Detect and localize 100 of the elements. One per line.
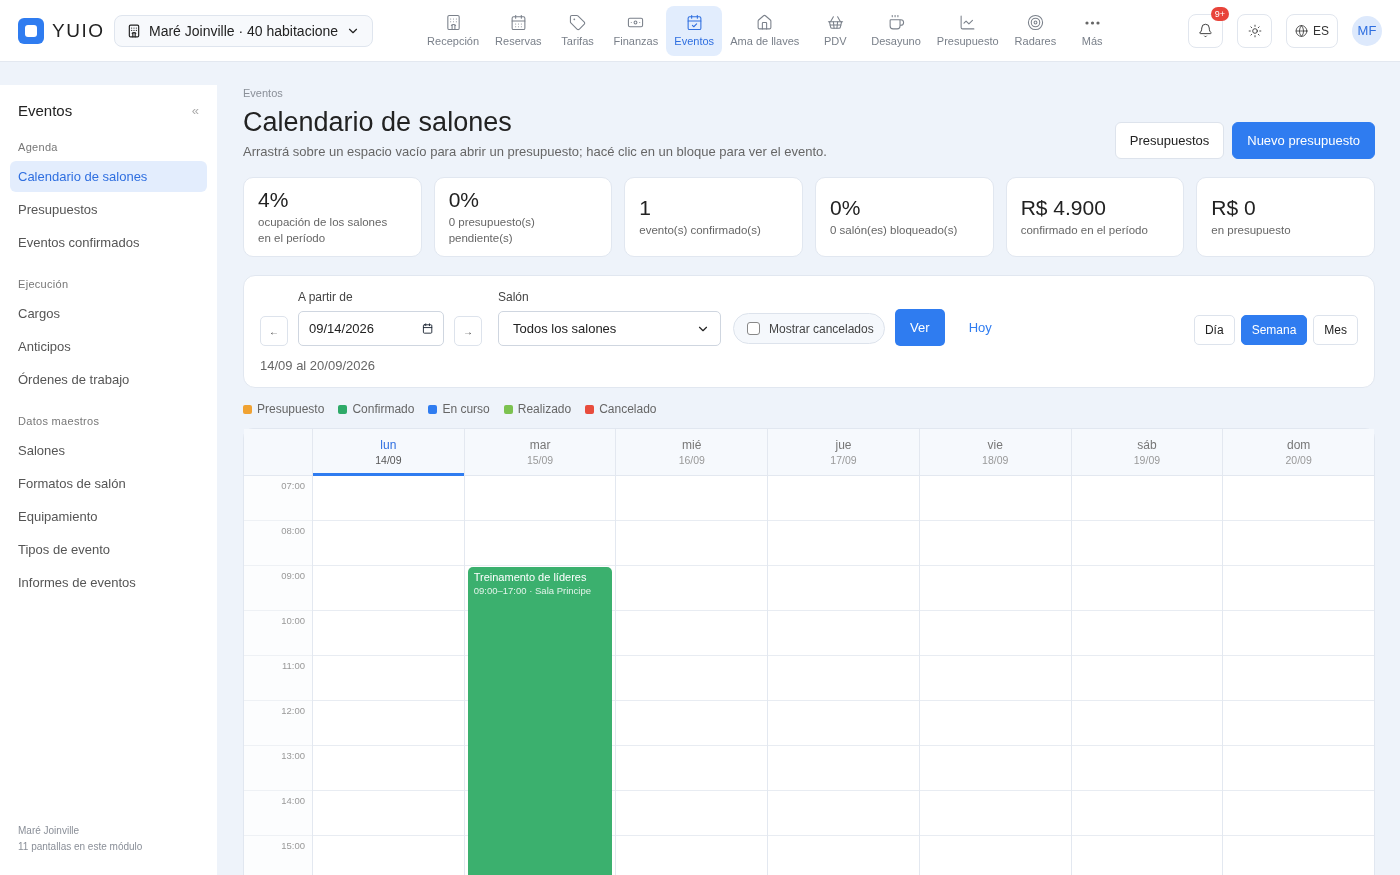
room-select[interactable]: Todos los salones bbox=[498, 311, 721, 346]
time-label: 09:00 bbox=[244, 566, 312, 611]
view-button[interactable]: Ver bbox=[894, 309, 945, 346]
legend-label: En curso bbox=[442, 402, 490, 416]
time-label: 07:00 bbox=[244, 476, 312, 521]
stat-value: 4% bbox=[258, 188, 290, 212]
day-name: mié bbox=[682, 438, 702, 452]
checkbox[interactable] bbox=[747, 322, 760, 335]
budgets-button[interactable]: Presupuestos bbox=[1114, 122, 1225, 159]
view-tab[interactable]: Semana bbox=[1240, 315, 1308, 345]
nav-item[interactable]: Recepción bbox=[419, 5, 488, 56]
day-date: 14/09 bbox=[375, 454, 402, 466]
breadcrumb: Eventos bbox=[243, 87, 284, 99]
sidebar-item[interactable]: Calendario de salones bbox=[10, 161, 207, 192]
nav-item[interactable]: Reservas bbox=[487, 5, 550, 56]
date-field[interactable]: 09/14/2026 bbox=[298, 311, 444, 346]
day-name: mar bbox=[529, 438, 551, 452]
sidebar-item[interactable]: Informes de eventos bbox=[10, 567, 207, 598]
calendar-icon bbox=[685, 14, 703, 31]
section-title: Agenda bbox=[17, 140, 59, 155]
legend-label: Presupuesto bbox=[257, 402, 325, 416]
more-icon bbox=[1084, 20, 1100, 25]
stat-value: R$ 4.900 bbox=[1020, 196, 1107, 220]
property-selector[interactable]: Maré Joinville · 40 habitacione bbox=[114, 14, 374, 47]
day-header[interactable]: jue 17/09 bbox=[767, 429, 919, 476]
time-label: 11:00 bbox=[244, 656, 312, 701]
sidebar-item[interactable]: Tipos de evento bbox=[10, 534, 207, 565]
avatar[interactable]: MF bbox=[1352, 15, 1382, 46]
legend-label: Cancelado bbox=[599, 402, 657, 416]
nav-item[interactable]: Radares bbox=[1006, 5, 1065, 56]
coffee-icon bbox=[887, 14, 905, 31]
stat-label: ocupación de los salones en el período bbox=[258, 215, 389, 246]
sidebar-item[interactable]: Cargos bbox=[10, 298, 207, 329]
logo-text: YUIO bbox=[52, 19, 105, 42]
stat-label: 0 presupuesto(s) pendiente(s) bbox=[448, 215, 536, 246]
day-header[interactable]: vie 18/09 bbox=[918, 429, 1071, 476]
time-label: 10:00 bbox=[244, 611, 312, 656]
sidebar-item[interactable]: Formatos de salón bbox=[10, 468, 207, 499]
nav-item[interactable]: Más bbox=[1064, 5, 1121, 56]
basket-icon bbox=[826, 14, 844, 31]
nav-item[interactable]: Eventos bbox=[666, 5, 723, 56]
collapse-button[interactable]: « bbox=[191, 103, 199, 118]
day-header[interactable]: mar 15/09 bbox=[463, 429, 616, 476]
nav-item[interactable]: Ama de llaves bbox=[722, 5, 808, 56]
sidebar-item[interactable]: Equipamiento bbox=[10, 501, 207, 532]
day-name: dom bbox=[1286, 438, 1311, 452]
time-label: 12:00 bbox=[244, 701, 312, 746]
new-budget-button[interactable]: Nuevo presupuesto bbox=[1232, 122, 1375, 159]
sidebar-item[interactable]: Eventos confirmados bbox=[10, 227, 207, 258]
chart-icon bbox=[959, 14, 977, 31]
view-tab[interactable]: Mes bbox=[1313, 315, 1358, 345]
calendar-icon bbox=[421, 322, 433, 335]
day-header[interactable]: mié 16/09 bbox=[615, 429, 768, 476]
notifications-button[interactable] bbox=[1188, 13, 1223, 48]
calendar-icon bbox=[509, 14, 527, 31]
legend-label: Realizado bbox=[517, 402, 572, 416]
day-date: 18/09 bbox=[982, 454, 1009, 466]
next-button[interactable]: → bbox=[454, 316, 482, 346]
sun-icon bbox=[1247, 23, 1262, 38]
building-icon bbox=[444, 14, 462, 31]
stat-label: en presupuesto bbox=[1211, 223, 1292, 238]
view-tab[interactable]: Día bbox=[1193, 315, 1235, 345]
sidebar-item[interactable]: Salones bbox=[10, 435, 207, 466]
sidebar-item[interactable]: Presupuestos bbox=[10, 194, 207, 225]
today-link[interactable]: Hoy bbox=[968, 320, 992, 335]
nav-item[interactable]: Desayuno bbox=[863, 5, 929, 56]
time-label: 13:00 bbox=[244, 746, 312, 791]
nav-item[interactable]: Finanzas bbox=[605, 5, 667, 56]
section-title: Datos maestros bbox=[17, 414, 101, 429]
stat-label: confirmado en el período bbox=[1020, 223, 1149, 238]
time-label: 08:00 bbox=[244, 521, 312, 566]
field-label: A partir de bbox=[298, 290, 354, 304]
event-block[interactable]: Treinamento de líderes 09:00–17:00 · Sala Principe bbox=[467, 567, 613, 875]
day-name: lun bbox=[380, 438, 397, 452]
field-label: Salón bbox=[498, 290, 530, 304]
section-title: Ejecución bbox=[17, 277, 70, 292]
time-label: 14:00 bbox=[244, 791, 312, 836]
sidebar-item[interactable]: Órdenes de trabajo bbox=[10, 364, 207, 395]
time-label: 15:00 bbox=[244, 836, 312, 875]
day-date: 19/09 bbox=[1133, 454, 1161, 466]
notification-badge: 9+ bbox=[1210, 6, 1229, 21]
stat-value: 0% bbox=[448, 188, 480, 212]
nav-item[interactable]: PDV bbox=[807, 5, 864, 56]
nav-item[interactable]: Tarifas bbox=[549, 5, 606, 56]
house-icon bbox=[756, 14, 774, 31]
stat-value: 1 bbox=[639, 196, 652, 220]
day-name: vie bbox=[987, 438, 1003, 452]
day-header[interactable]: lun 14/09 bbox=[312, 429, 464, 476]
language-button[interactable]: ES bbox=[1286, 13, 1338, 48]
page-subtitle: Arrastrá sobre un espacio vacío para abrir un presupuesto; hacé clic en un bloque para ver el evento. bbox=[243, 144, 827, 159]
day-header[interactable]: dom 20/09 bbox=[1222, 429, 1374, 476]
day-date: 16/09 bbox=[678, 454, 705, 466]
show-cancelled-toggle[interactable]: Mostrar cancelados bbox=[733, 313, 885, 344]
theme-button[interactable] bbox=[1237, 13, 1272, 48]
previous-button[interactable]: ← bbox=[260, 316, 288, 346]
day-header[interactable]: sáb 19/09 bbox=[1070, 429, 1223, 476]
nav-item[interactable]: Presupuesto bbox=[928, 5, 1007, 56]
sidebar-item[interactable]: Anticipos bbox=[10, 331, 207, 362]
globe-icon bbox=[1295, 23, 1308, 38]
event-detail: 09:00–17:00 · Sala Principe bbox=[473, 585, 592, 596]
